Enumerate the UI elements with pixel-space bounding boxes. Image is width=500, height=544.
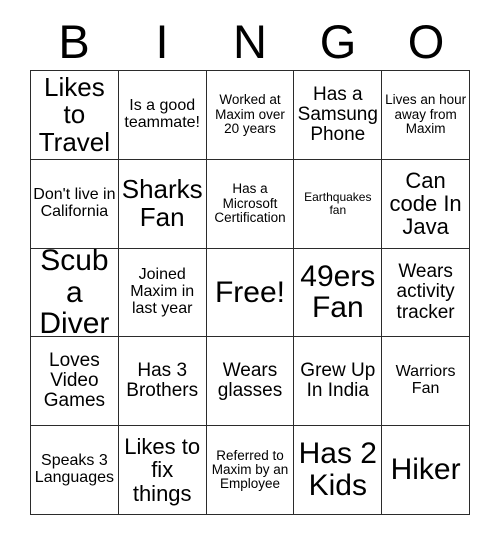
bingo-cell-label: Can code In Java bbox=[389, 167, 462, 240]
bingo-cell-label: Loves Video Games bbox=[43, 350, 106, 412]
bingo-grid: Likes to Travel Is a good teammate! Work… bbox=[30, 70, 470, 515]
bingo-cell[interactable]: Grew Up In India bbox=[294, 337, 383, 427]
bingo-cell-label: Likes to fix things bbox=[124, 434, 201, 506]
bingo-cell-label: Has a Samsung Phone bbox=[297, 83, 378, 145]
bingo-cell-label: Wears glasses bbox=[217, 360, 283, 402]
header-letter-n: N bbox=[233, 14, 267, 68]
bingo-cell[interactable]: Loves Video Games bbox=[31, 337, 119, 427]
bingo-cell-label: Earthquakes fan bbox=[304, 189, 372, 217]
bingo-cell[interactable]: Hiker bbox=[382, 426, 470, 515]
bingo-cell-label: Likes to Travel bbox=[38, 71, 111, 157]
bingo-header: B I N G O bbox=[30, 12, 470, 70]
bingo-cell[interactable]: Scuba Diver bbox=[31, 248, 119, 338]
header-letter-g: G bbox=[319, 14, 357, 68]
bingo-cell[interactable]: Warriors Fan bbox=[382, 337, 470, 427]
header-letter-b: B bbox=[58, 14, 90, 68]
bingo-cell[interactable]: Has a Microsoft Certification bbox=[206, 159, 295, 249]
bingo-cell-label: Joined Maxim in last year bbox=[130, 266, 195, 317]
bingo-cell[interactable]: 49ers Fan bbox=[294, 248, 383, 338]
bingo-cell[interactable]: Don't live in California bbox=[31, 159, 119, 249]
header-letter-o: O bbox=[407, 14, 445, 68]
bingo-cell[interactable]: Lives an hour away from Maxim bbox=[382, 71, 470, 160]
bingo-cell[interactable]: Has 2 Kids bbox=[294, 426, 383, 515]
bingo-cell[interactable]: Wears glasses bbox=[206, 337, 295, 427]
bingo-cell-label: Has a Microsoft Certification bbox=[214, 181, 286, 225]
bingo-cell[interactable]: Earthquakes fan bbox=[294, 159, 383, 249]
bingo-cell[interactable]: Can code In Java bbox=[382, 159, 470, 249]
bingo-cell-free-space[interactable]: Free! bbox=[206, 248, 295, 338]
bingo-cell-label: Don't live in California bbox=[33, 185, 116, 220]
bingo-cell[interactable]: Worked at Maxim over 20 years bbox=[206, 71, 295, 160]
bingo-cell-label: Worked at Maxim over 20 years bbox=[215, 92, 285, 137]
bingo-cell[interactable]: Wears activity tracker bbox=[382, 248, 470, 338]
bingo-cell-label: Scuba Diver bbox=[39, 248, 110, 338]
bingo-cell-label: Is a good teammate! bbox=[124, 96, 200, 131]
free-space-label: Free! bbox=[214, 275, 285, 309]
bingo-cell-label: Hiker bbox=[390, 453, 461, 487]
bingo-cell-label: Lives an hour away from Maxim bbox=[385, 92, 467, 137]
bingo-cell-label: Warriors Fan bbox=[395, 363, 456, 398]
bingo-cell-label: Grew Up In India bbox=[300, 360, 376, 402]
bingo-cell[interactable]: Is a good teammate! bbox=[118, 71, 207, 160]
bingo-cell-label: Wears activity tracker bbox=[396, 261, 455, 323]
bingo-cell[interactable]: Joined Maxim in last year bbox=[118, 248, 207, 338]
bingo-cell-label: Has 3 Brothers bbox=[126, 360, 199, 402]
bingo-cell-label: Referred to Maxim by an Employee bbox=[211, 447, 289, 492]
bingo-cell[interactable]: Likes to Travel bbox=[31, 71, 119, 160]
bingo-cell-label: Has 2 Kids bbox=[298, 437, 377, 503]
bingo-cell[interactable]: Sharks Fan bbox=[118, 159, 207, 249]
bingo-cell[interactable]: Has 3 Brothers bbox=[118, 337, 207, 427]
bingo-cell-label: Sharks Fan bbox=[121, 174, 203, 232]
bingo-cell-label: 49ers Fan bbox=[300, 259, 376, 325]
bingo-cell[interactable]: Has a Samsung Phone bbox=[294, 71, 383, 160]
bingo-cell-label: Speaks 3 Languages bbox=[34, 452, 114, 487]
bingo-cell[interactable]: Likes to fix things bbox=[118, 426, 207, 515]
bingo-card: B I N G O Likes to Travel Is a good team… bbox=[0, 0, 500, 544]
bingo-cell[interactable]: Referred to Maxim by an Employee bbox=[206, 426, 295, 515]
bingo-cell[interactable]: Speaks 3 Languages bbox=[31, 426, 119, 515]
header-letter-i: I bbox=[155, 14, 169, 68]
